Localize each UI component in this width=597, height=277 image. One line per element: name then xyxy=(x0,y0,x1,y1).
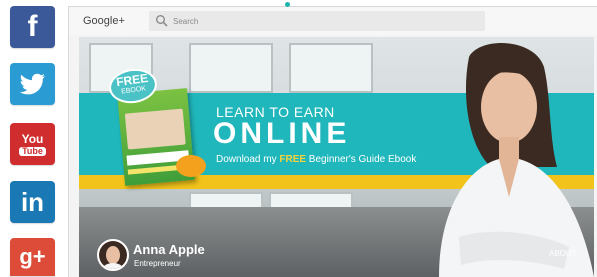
linkedin-glyph: in xyxy=(20,186,45,217)
search-placeholder: Search xyxy=(173,16,199,26)
linkedin-icon[interactable]: in xyxy=(10,181,55,223)
googleplus-brand[interactable]: Google+ xyxy=(83,15,125,27)
mango-icon xyxy=(176,155,206,177)
youtube-icon[interactable]: You Tube xyxy=(10,123,55,165)
search-bar[interactable]: Search xyxy=(149,11,485,31)
download-tagline: Download my FREE Beginner's Guide Ebook xyxy=(216,154,416,165)
window-decoration xyxy=(289,43,373,93)
ebook-photo xyxy=(124,108,186,150)
youtube-tube-text: Tube xyxy=(19,146,46,156)
profile-role: Entrepreneur xyxy=(134,259,181,268)
facebook-glyph: f xyxy=(27,10,38,43)
search-icon xyxy=(156,15,168,27)
woman-photo xyxy=(439,43,594,277)
about-link[interactable]: ABOUT xyxy=(549,249,577,258)
googleplus-icon[interactable]: g+ xyxy=(10,238,55,276)
facebook-icon[interactable]: f xyxy=(10,6,55,48)
avatar-face-icon xyxy=(99,241,127,269)
cover-photo: FREE EBOOK LEARN TO EARN ONLINE Download… xyxy=(79,37,594,277)
youtube-you-text: You xyxy=(21,131,44,146)
download-prefix: Download my xyxy=(216,154,280,165)
headline-big: ONLINE xyxy=(213,117,351,150)
profile-name[interactable]: Anna Apple xyxy=(133,242,205,257)
googleplus-page-frame: Google+ Search FREE EBOOK LEARN TO EARN … xyxy=(68,2,597,277)
twitter-icon[interactable] xyxy=(10,63,55,105)
download-highlight: FREE xyxy=(279,154,307,165)
googleplus-glyph: g+ xyxy=(19,244,46,269)
window-decoration xyxy=(189,43,273,93)
top-bar: Google+ Search xyxy=(69,7,597,35)
twitter-bird-icon xyxy=(19,73,45,95)
avatar[interactable] xyxy=(97,239,129,271)
